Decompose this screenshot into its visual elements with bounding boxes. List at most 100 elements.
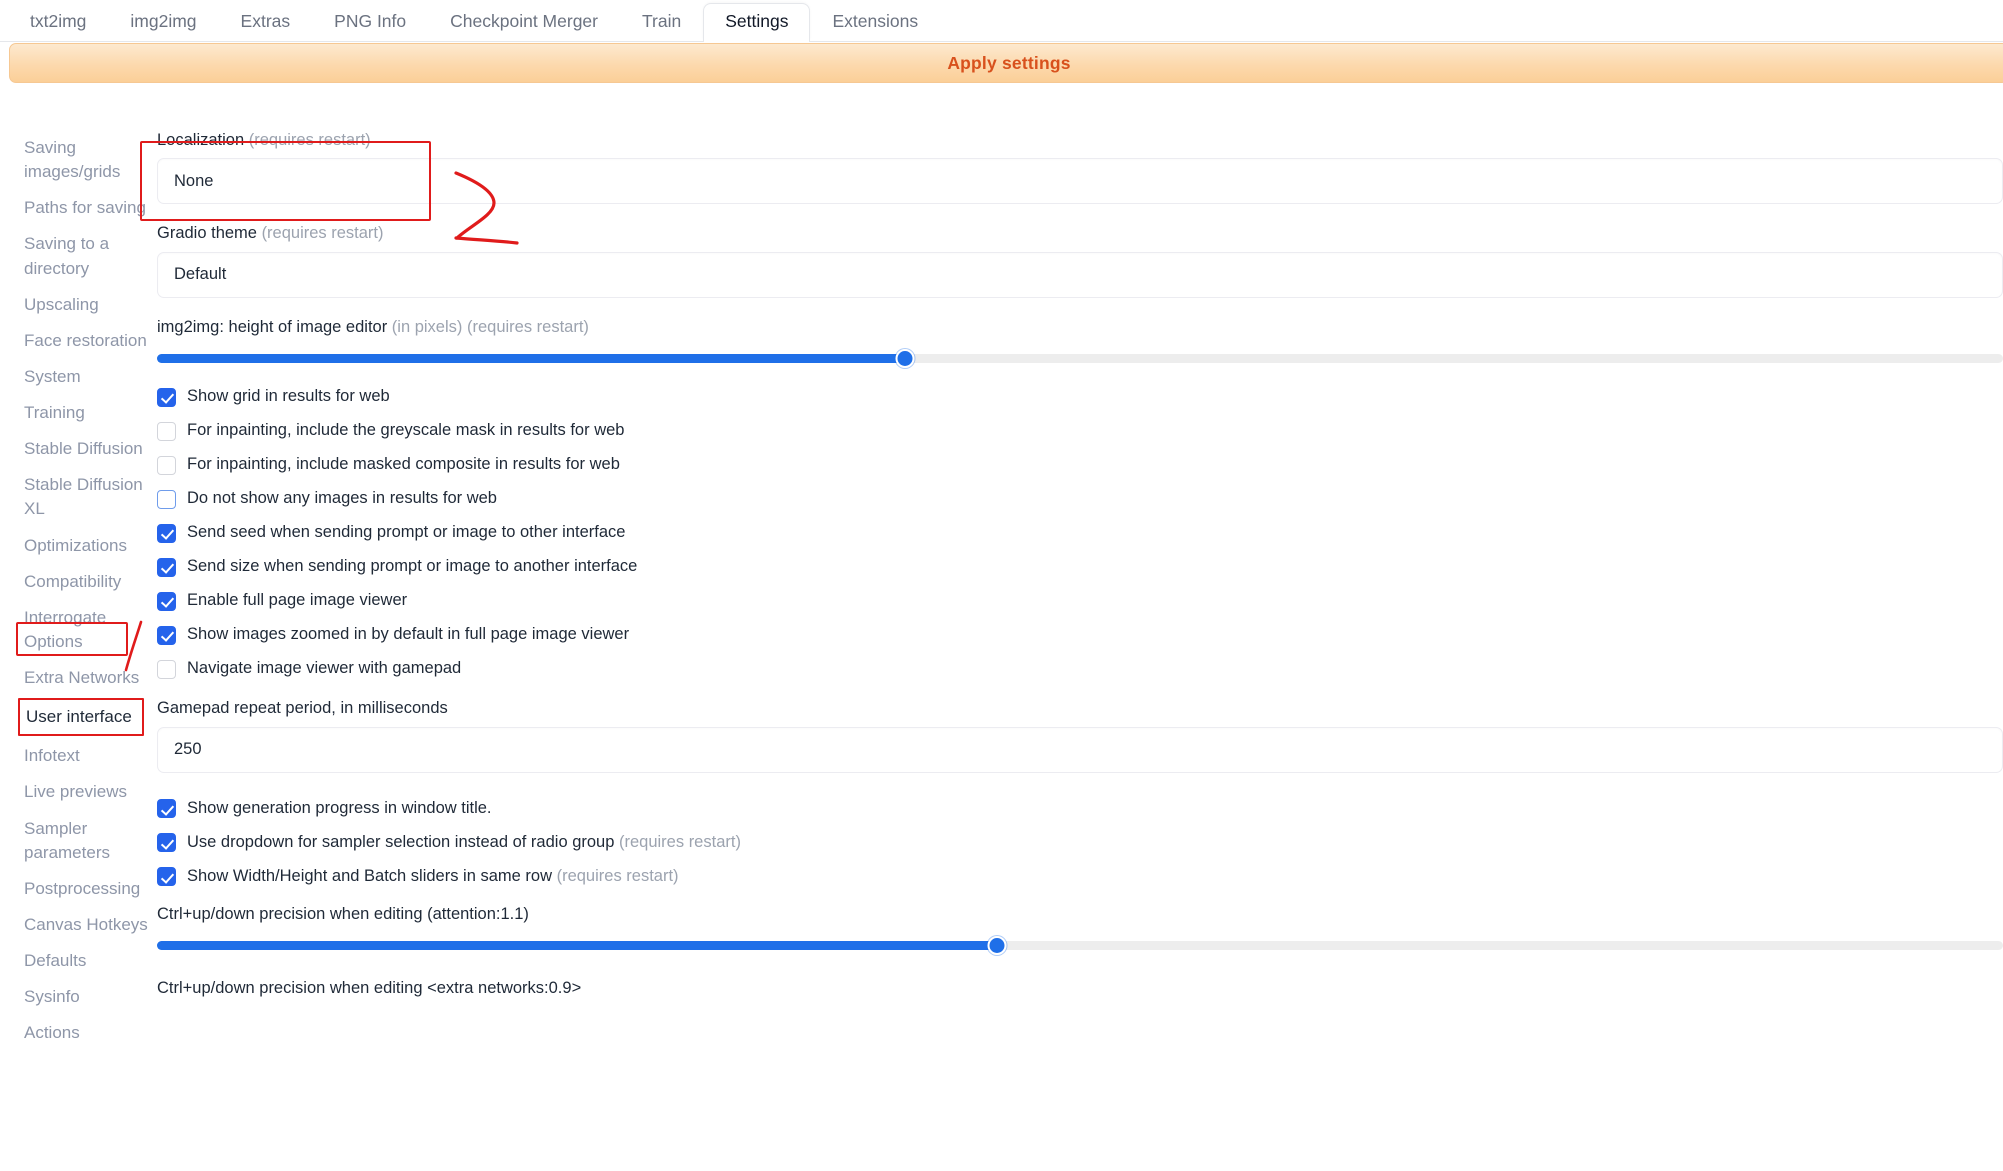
localization-value: None (174, 172, 213, 191)
sidebar-item-paths-for-saving[interactable]: Paths for saving (0, 190, 150, 226)
field-gradio-theme: Gradio theme (requires restart) Default (157, 223, 2003, 297)
tab-png-info[interactable]: PNG Info (312, 3, 428, 42)
checkbox-row[interactable]: Enable full page image viewer (157, 584, 2003, 618)
sidebar-item-saving-images-grids[interactable]: Saving images/grids (0, 130, 150, 190)
gamepad-repeat-period-label: Gamepad repeat period, in milliseconds (157, 698, 2003, 719)
checkbox-label-text: Show Width/Height and Batch sliders in s… (187, 867, 552, 885)
checkbox-unchecked-icon[interactable] (157, 456, 176, 475)
sidebar-item-label: Face restoration (24, 331, 147, 350)
sidebar-item-canvas-hotkeys[interactable]: Canvas Hotkeys (0, 907, 150, 943)
checkbox-label-text: For inpainting, include the greyscale ma… (187, 421, 624, 439)
field-localization: Localization (requires restart) None (157, 130, 2003, 204)
localization-label: Localization (requires restart) (157, 130, 2003, 151)
checkbox-label: Use dropdown for sampler selection inste… (187, 833, 741, 853)
checkbox-checked-icon[interactable] (157, 524, 176, 543)
checkbox-checked-icon[interactable] (157, 388, 176, 407)
field-extranet-precision: Ctrl+up/down precision when editing <ext… (157, 978, 2003, 999)
checkbox-checked-icon[interactable] (157, 558, 176, 577)
checkbox-label: Enable full page image viewer (187, 591, 407, 611)
sidebar-item-defaults[interactable]: Defaults (0, 943, 150, 979)
tab-extensions[interactable]: Extensions (810, 3, 940, 42)
checkbox-label: Show Width/Height and Batch sliders in s… (187, 867, 679, 887)
sidebar-item-sampler-parameters[interactable]: Sampler parameters (0, 811, 150, 871)
tab-label: PNG Info (334, 11, 406, 31)
gamepad-repeat-period-value: 250 (174, 740, 202, 759)
checkbox-row[interactable]: Show Width/Height and Batch sliders in s… (157, 860, 2003, 894)
sidebar-item-label: System (24, 367, 81, 386)
checkbox-checked-icon[interactable] (157, 833, 176, 852)
sidebar-item-sysinfo[interactable]: Sysinfo (0, 979, 150, 1015)
sidebar-item-training[interactable]: Training (0, 395, 150, 431)
checkbox-label-text: Send size when sending prompt or image t… (187, 557, 637, 575)
sidebar-item-extra-networks[interactable]: Extra Networks (0, 660, 150, 696)
checkbox-row[interactable]: Show grid in results for web (157, 380, 2003, 414)
sidebar-item-infotext[interactable]: Infotext (0, 738, 150, 774)
checkbox-group-upper: Show grid in results for web For inpainti… (157, 380, 2003, 686)
gradio-theme-label-text: Gradio theme (157, 224, 257, 242)
checkbox-row[interactable]: For inpainting, include the greyscale ma… (157, 414, 2003, 448)
field-img2img-editor-height: img2img: height of image editor (in pixe… (157, 317, 2003, 369)
checkbox-row[interactable]: Show images zoomed in by default in full… (157, 618, 2003, 652)
tab-checkpoint-merger[interactable]: Checkpoint Merger (428, 3, 620, 42)
sidebar-item-stable-diffusion-xl[interactable]: Stable Diffusion XL (0, 467, 150, 527)
checkbox-checked-icon[interactable] (157, 626, 176, 645)
sidebar-item-stable-diffusion[interactable]: Stable Diffusion (0, 431, 150, 467)
slider-thumb[interactable] (987, 936, 1006, 955)
sidebar-item-label: Saving images/grids (24, 138, 120, 181)
localization-hint: (requires restart) (249, 131, 371, 149)
checkbox-row[interactable]: For inpainting, include masked composite… (157, 448, 2003, 482)
checkbox-group-lower: Show generation progress in window title… (157, 792, 2003, 894)
sidebar-item-system[interactable]: System (0, 359, 150, 395)
gamepad-repeat-period-label-text: Gamepad repeat period, in milliseconds (157, 699, 448, 717)
checkbox-label-text: Show grid in results for web (187, 387, 390, 405)
tab-settings[interactable]: Settings (703, 3, 810, 42)
checkbox-checked-icon[interactable] (157, 592, 176, 611)
checkbox-checked-icon[interactable] (157, 799, 176, 818)
checkbox-unchecked-icon[interactable] (157, 660, 176, 679)
localization-label-text: Localization (157, 131, 244, 149)
attention-precision-slider[interactable] (157, 934, 2003, 956)
sidebar-item-postprocessing[interactable]: Postprocessing (0, 871, 150, 907)
sidebar-item-live-previews[interactable]: Live previews (0, 774, 150, 810)
sidebar-item-label: Sysinfo (24, 987, 80, 1006)
sidebar-item-upscaling[interactable]: Upscaling (0, 287, 150, 323)
sidebar-item-saving-to-a-directory[interactable]: Saving to a directory (0, 226, 150, 286)
slider-thumb[interactable] (895, 349, 914, 368)
checkbox-row[interactable]: Navigate image viewer with gamepad (157, 652, 2003, 686)
gradio-theme-value: Default (174, 265, 226, 284)
tab-label: Checkpoint Merger (450, 11, 598, 31)
sidebar-item-label: Stable Diffusion (24, 439, 143, 458)
checkbox-checked-icon[interactable] (157, 867, 176, 886)
sidebar-item-actions[interactable]: Actions (0, 1015, 150, 1051)
img2img-editor-height-slider[interactable] (157, 347, 2003, 369)
sidebar-item-interrogate-options[interactable]: Interrogate Options (0, 600, 150, 660)
gradio-theme-dropdown[interactable]: Default (157, 252, 2003, 298)
checkbox-unchecked-icon[interactable] (157, 422, 176, 441)
sidebar-item-label: Stable Diffusion XL (24, 475, 143, 518)
sidebar-item-optimizations[interactable]: Optimizations (0, 528, 150, 564)
img2img-editor-height-hint: (in pixels) (requires restart) (392, 318, 589, 336)
checkbox-row[interactable]: Do not show any images in results for we… (157, 482, 2003, 516)
apply-settings-button[interactable]: Apply settings (9, 43, 2003, 83)
field-gamepad-repeat-period: Gamepad repeat period, in milliseconds 2… (157, 698, 2003, 772)
checkbox-row[interactable]: Show generation progress in window title… (157, 792, 2003, 826)
checkbox-row[interactable]: Use dropdown for sampler selection inste… (157, 826, 2003, 860)
sidebar-item-compatibility[interactable]: Compatibility (0, 564, 150, 600)
tab-extras[interactable]: Extras (219, 3, 313, 42)
localization-dropdown[interactable]: None (157, 158, 2003, 204)
tab-label: Settings (725, 11, 788, 31)
checkbox-row[interactable]: Send seed when sending prompt or image t… (157, 516, 2003, 550)
sidebar-item-label: Paths for saving (24, 198, 146, 217)
checkbox-unchecked-icon[interactable] (157, 490, 176, 509)
checkbox-label-text: Show images zoomed in by default in full… (187, 625, 629, 643)
tab-img2img[interactable]: img2img (108, 3, 218, 42)
img2img-editor-height-label: img2img: height of image editor (in pixe… (157, 317, 2003, 338)
sidebar-item-face-restoration[interactable]: Face restoration (0, 323, 150, 359)
sidebar-item-user-interface[interactable]: User interface (18, 698, 144, 736)
checkbox-row[interactable]: Send size when sending prompt or image t… (157, 550, 2003, 584)
checkbox-label: For inpainting, include the greyscale ma… (187, 421, 624, 441)
gamepad-repeat-period-input[interactable]: 250 (157, 727, 2003, 773)
tab-train[interactable]: Train (620, 3, 703, 42)
tab-txt2img[interactable]: txt2img (8, 3, 108, 42)
slider-fill (157, 354, 905, 363)
